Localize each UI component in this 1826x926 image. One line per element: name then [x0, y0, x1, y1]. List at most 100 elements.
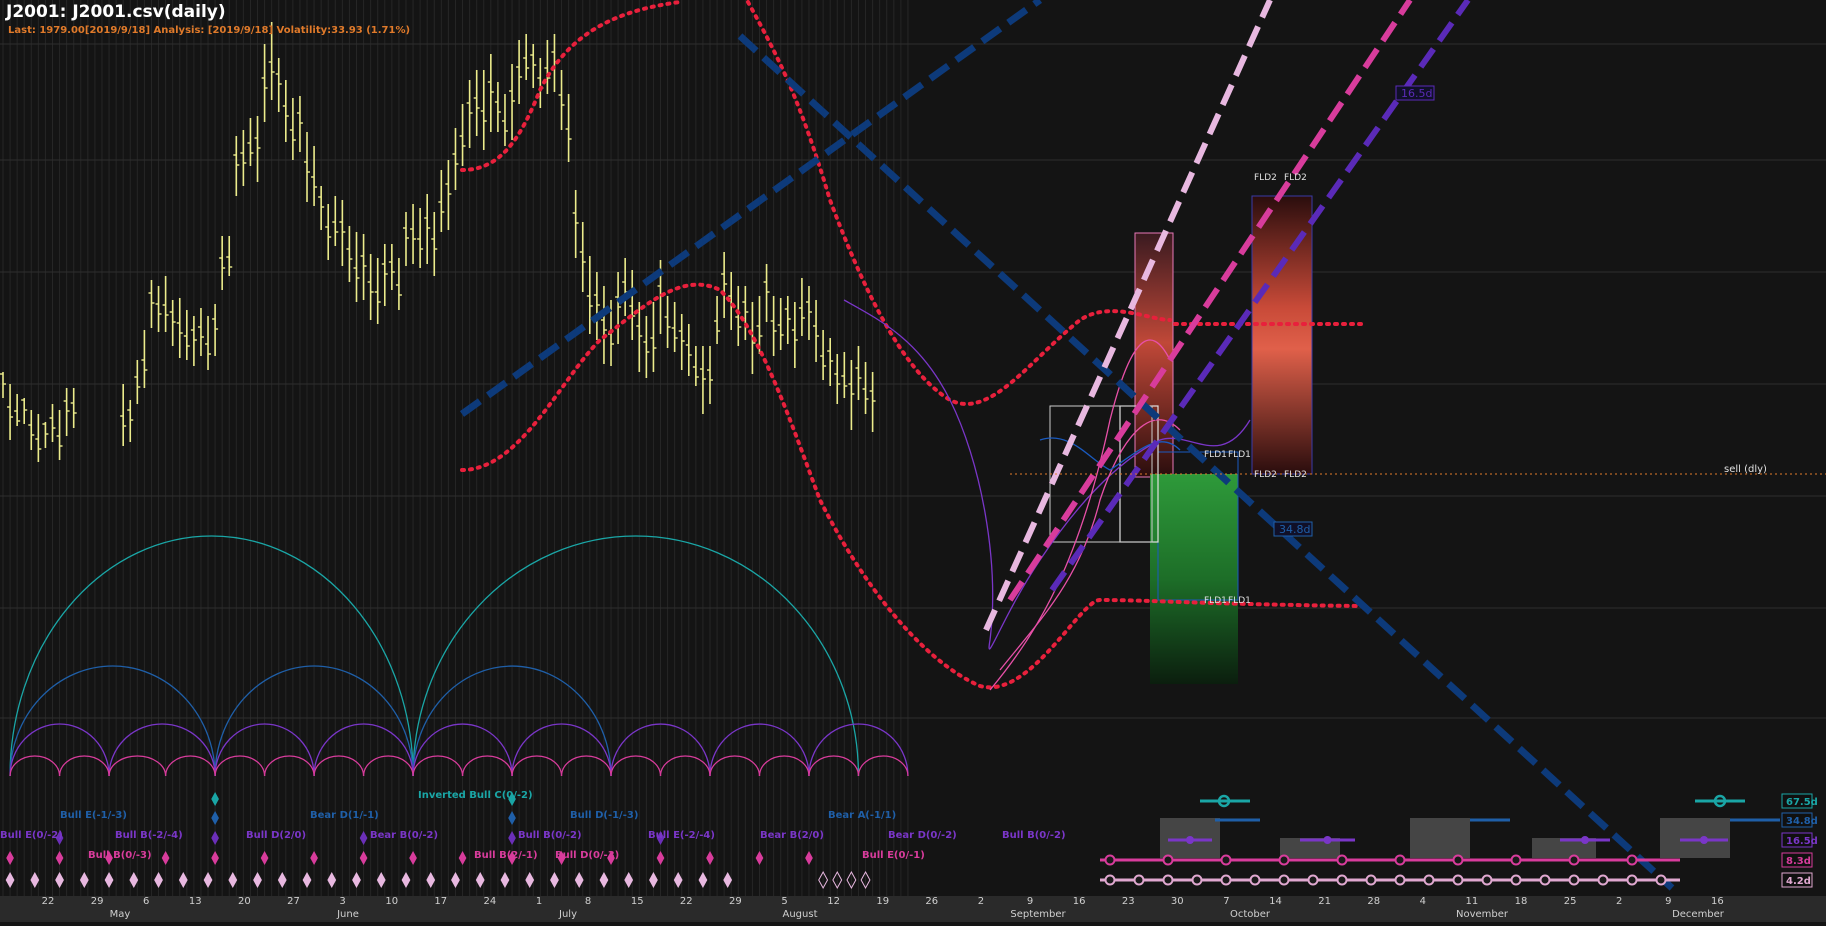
phase-marker — [1191, 874, 1203, 886]
chart-background — [0, 0, 1826, 922]
cycle-label: 16.5d — [1781, 832, 1818, 848]
x-tick-label: 15 — [631, 896, 644, 907]
fld-label: FLD1 — [1204, 596, 1227, 606]
signal-label: Bull D(-1/-3) — [570, 810, 638, 821]
x-month-label: November — [1456, 909, 1509, 920]
x-tick-label: 23 — [1122, 896, 1135, 907]
x-tick-label: 8 — [585, 896, 591, 907]
fld-label: FLD1 — [1204, 450, 1227, 460]
x-axis-band — [0, 896, 1826, 922]
phase-marker — [1626, 854, 1638, 866]
phase-marker — [1104, 854, 1116, 866]
x-tick-label: 10 — [385, 896, 398, 907]
phase-marker — [1568, 874, 1580, 886]
fld-label: FLD1 — [1228, 450, 1251, 460]
x-tick-label: 13 — [189, 896, 202, 907]
x-month-label: December — [1672, 909, 1725, 920]
fld-label: FLD2 — [1284, 470, 1307, 480]
x-tick-label: 3 — [339, 896, 345, 907]
x-tick-label: 7 — [1223, 896, 1229, 907]
cycle-label-text: 16.5d — [1786, 836, 1818, 847]
cycle-label: 34.8d — [1781, 812, 1818, 828]
fld-label: FLD2 — [1254, 173, 1277, 183]
x-month-label: October — [1230, 909, 1271, 920]
trend-line-value-text: 16.5d — [1401, 87, 1432, 100]
x-tick-label: 22 — [42, 896, 55, 907]
phase-marker — [1452, 854, 1464, 866]
cycle-chart[interactable]: sell (dly) FLD2 FLD2 FLD2 FLD2 FLD1 FLD1 FLD1 FL… — [0, 0, 1826, 922]
x-month-label: July — [558, 909, 577, 920]
x-tick-label: 27 — [287, 896, 300, 907]
phase-marker — [1336, 854, 1348, 866]
signal-label: Bull E(-2/-4) — [648, 830, 715, 841]
x-tick-label: 12 — [827, 896, 840, 907]
signal-label: Bull B(0/-2) — [518, 830, 582, 841]
signal-label: Bull E(-1/-3) — [60, 810, 127, 821]
cycle-label-text: 67.5d — [1786, 797, 1818, 808]
signal-label: Bull D(2/0) — [246, 830, 306, 841]
phase-band — [1660, 818, 1730, 858]
phase-marker — [1365, 874, 1377, 886]
x-tick-label: 1 — [536, 896, 542, 907]
phase-marker — [1278, 854, 1290, 866]
signal-label: Bull E(0/-2) — [0, 830, 63, 841]
phase-marker — [1626, 874, 1638, 886]
signal-label: Bear A(-1/1) — [828, 810, 896, 821]
x-tick-label: 11 — [1466, 896, 1479, 907]
cycle-label-text: 4.2d — [1786, 876, 1811, 887]
phase-marker — [1597, 874, 1609, 886]
phase-marker — [1220, 854, 1232, 866]
phase-marker — [1568, 854, 1580, 866]
phase-marker — [1539, 874, 1551, 886]
phase-marker — [1510, 874, 1522, 886]
phase-marker — [1700, 836, 1708, 844]
phase-marker — [1186, 836, 1194, 844]
x-tick-label: 14 — [1269, 896, 1282, 907]
phase-marker — [1452, 874, 1464, 886]
cycle-label-text: 8.3d — [1786, 856, 1811, 867]
fld-label: FLD2 — [1284, 173, 1307, 183]
x-tick-label: 22 — [680, 896, 693, 907]
signal-label: Bull D(0/-3) — [555, 850, 619, 861]
x-tick-label: 20 — [238, 896, 251, 907]
phase-marker — [1510, 854, 1522, 866]
signal-label: Bull E(0/-1) — [862, 850, 925, 861]
phase-marker — [1104, 874, 1116, 886]
x-tick-label: 2 — [978, 896, 984, 907]
x-tick-label: 28 — [1367, 896, 1380, 907]
x-tick-label: 21 — [1318, 896, 1331, 907]
fld-label: FLD1 — [1228, 596, 1251, 606]
x-tick-label: 16 — [1711, 896, 1724, 907]
phase-marker — [1423, 874, 1435, 886]
chart-svg[interactable]: sell (dly)FLD2 FLD2FLD2 FLD2FLD1 FLD1FLD1 FL… — [0, 0, 1826, 922]
x-tick-label: 9 — [1027, 896, 1033, 907]
x-tick-label: 17 — [434, 896, 447, 907]
x-tick-label: 30 — [1171, 896, 1184, 907]
signal-label: Bull B(-2/-4) — [115, 830, 183, 841]
cycle-label-text: 34.8d — [1786, 816, 1818, 827]
signal-label: Bear B(0/-2) — [370, 830, 438, 841]
phase-marker — [1394, 874, 1406, 886]
x-tick-label: 18 — [1515, 896, 1528, 907]
phase-marker — [1220, 874, 1232, 886]
signal-label: Bear B(2/0) — [760, 830, 824, 841]
x-month-label: May — [110, 909, 131, 920]
phase-band — [1410, 818, 1470, 858]
x-month-label: September — [1010, 909, 1066, 920]
phase-marker — [1581, 836, 1589, 844]
x-tick-label: 24 — [484, 896, 497, 907]
chart-status: Last: 1979.00[2019/9/18] Analysis: [2019… — [8, 25, 411, 36]
phase-marker — [1133, 874, 1145, 886]
fld-label: FLD2 — [1254, 470, 1277, 480]
x-tick-label: 29 — [729, 896, 742, 907]
cycle-label: 8.3d — [1781, 852, 1813, 868]
fld-box-green — [1150, 474, 1238, 684]
x-month-label: June — [336, 909, 359, 920]
trend-line-value: 16.5d — [1395, 85, 1435, 101]
x-axis: 22 29 6 13 20 27 3 10 17 24 1 8 15 22 29 5 12 19 26 2 9 16 23 3… — [0, 896, 1826, 922]
phase-marker — [1323, 836, 1332, 844]
x-tick-label: 29 — [91, 896, 104, 907]
x-tick-label: 16 — [1073, 896, 1086, 907]
signal-label: Bear D(1/-1) — [310, 810, 379, 821]
trend-line-value: 34.8d — [1273, 521, 1313, 537]
